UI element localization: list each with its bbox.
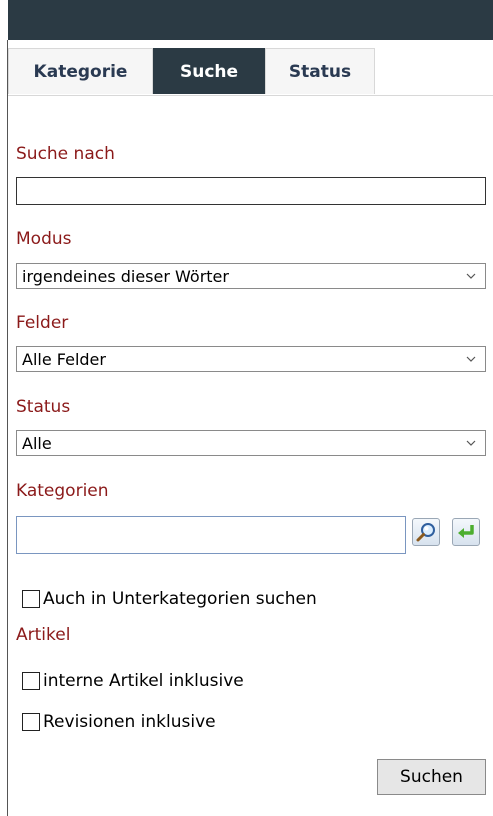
search-submit-button[interactable]: Suchen [377, 759, 486, 795]
internal-articles-label: interne Artikel inklusive [43, 671, 244, 691]
search-input[interactable] [16, 177, 486, 205]
internal-articles-option: interne Artikel inklusive [22, 671, 244, 691]
mode-select[interactable]: irgendeines dieser Wörter [16, 263, 486, 289]
status-select[interactable]: Alle [16, 430, 486, 456]
status-label: Status [16, 397, 71, 417]
subcategories-checkbox[interactable] [22, 590, 40, 608]
tab-divider [8, 95, 493, 96]
tab-kategorie[interactable]: Kategorie [8, 48, 153, 94]
subcategories-option: Auch in Unterkategorien suchen [22, 589, 317, 609]
chevron-down-icon [466, 273, 476, 279]
search-label: Suche nach [16, 144, 115, 164]
categories-label: Kategorien [16, 481, 109, 501]
articles-label: Artikel [16, 625, 71, 645]
fields-selected-value: Alle Felder [22, 349, 106, 369]
status-selected-value: Alle [22, 433, 52, 453]
fields-label: Felder [16, 313, 69, 333]
revisions-option: Revisionen inklusive [22, 712, 216, 732]
revisions-label: Revisionen inklusive [43, 712, 216, 732]
tab-status[interactable]: Status [265, 48, 375, 94]
magnifier-icon [416, 523, 435, 542]
tab-bar: Kategorie Suche Status [8, 48, 493, 95]
return-arrow-icon [458, 525, 474, 538]
revisions-checkbox[interactable] [22, 713, 40, 731]
categories-input[interactable] [16, 516, 406, 554]
category-apply-button[interactable] [452, 518, 480, 546]
category-search-button[interactable] [412, 518, 440, 546]
mode-selected-value: irgendeines dieser Wörter [22, 266, 229, 286]
left-border [7, 40, 8, 816]
fields-select[interactable]: Alle Felder [16, 346, 486, 372]
chevron-down-icon [466, 356, 476, 362]
mode-label: Modus [16, 229, 72, 249]
top-bar [8, 0, 493, 40]
subcategories-checkbox-label: Auch in Unterkategorien suchen [43, 589, 317, 609]
chevron-down-icon [466, 440, 476, 446]
internal-articles-checkbox[interactable] [22, 672, 40, 690]
tab-suche[interactable]: Suche [153, 48, 265, 94]
